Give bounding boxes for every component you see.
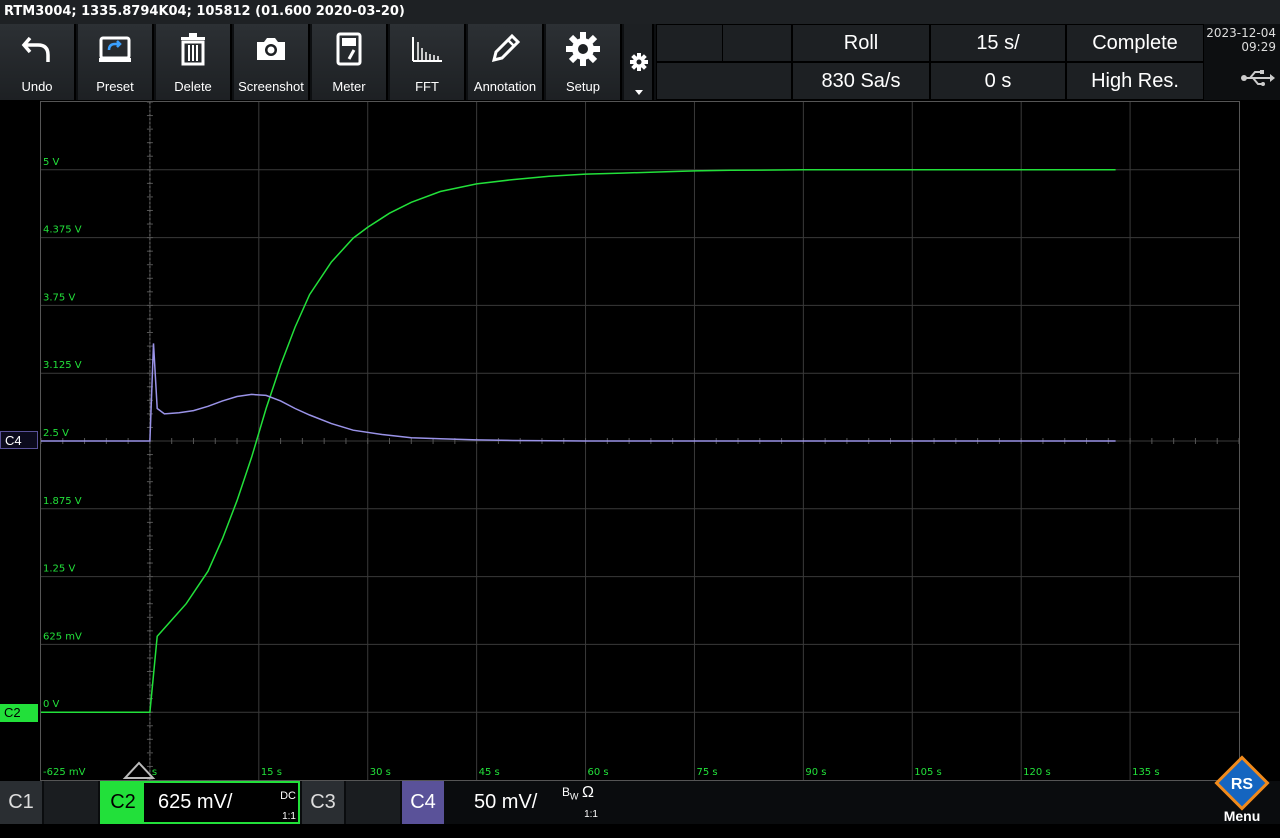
channel-4-panel[interactable]: C4 50 mV/ BW Ω 1:1 [402, 781, 600, 824]
mode-cell[interactable]: Roll [792, 24, 930, 62]
channel-1-button[interactable]: C1 [0, 781, 42, 824]
y-tick-label: 3.75 V [43, 292, 75, 303]
time-text: 09:29 [1241, 40, 1276, 54]
horizontal-position-cell[interactable]: 0 s [930, 62, 1066, 100]
acquisition-mode-cell[interactable]: High Res. [1066, 62, 1204, 100]
x-tick-label: 135 s [1132, 767, 1159, 778]
channel-4-label: C4 [402, 781, 444, 824]
sample-rate-cell[interactable]: 830 Sa/s [792, 62, 930, 100]
fft-icon [412, 37, 442, 62]
x-tick-label: 120 s [1023, 767, 1050, 778]
trigger-position-icon[interactable] [122, 760, 156, 780]
channel-4-bw-label: BW [562, 771, 579, 818]
y-tick-label: 3.125 V [43, 360, 82, 371]
small-gear-icon [630, 53, 648, 95]
x-tick-label: 75 s [696, 767, 717, 778]
trace-c4 [41, 343, 1116, 442]
channel-1-scale [44, 781, 98, 824]
status-cell-empty-1 [656, 24, 724, 62]
pencil-icon [491, 33, 521, 63]
channel-2-scale: 625 mV/ [158, 791, 233, 813]
datetime-display: 2023-12-04 09:29 [1204, 24, 1280, 100]
channel-2-label: C2 [102, 783, 144, 822]
waveform-display[interactable]: 5 V 4.375 V 3.75 V 3.125 V 2.5 V 1.875 V 1.25 … [40, 101, 1240, 781]
rs-logo-text: RS [1231, 776, 1254, 793]
channel-3-button[interactable]: C3 [302, 781, 344, 824]
delete-label: Delete [174, 79, 212, 94]
x-tick-label: 105 s [914, 767, 941, 778]
preset-button[interactable]: Preset [78, 24, 154, 100]
quick-settings-button[interactable] [624, 24, 654, 100]
toolbar: Undo Preset Delete Screenshot Meter FFT … [0, 24, 1280, 100]
undo-button[interactable]: Undo [0, 24, 76, 100]
channel-4-scale: 50 mV/ [474, 791, 538, 813]
meter-label: Meter [332, 79, 366, 94]
fft-button[interactable]: FFT [390, 24, 466, 100]
usb-icon [1241, 70, 1275, 86]
screenshot-button[interactable]: Screenshot [234, 24, 310, 100]
annotation-button[interactable]: Annotation [468, 24, 544, 100]
status-cell-empty-2 [722, 24, 792, 62]
y-tick-label: 0 V [43, 699, 60, 710]
meter-icon [336, 32, 362, 66]
trash-icon [181, 33, 205, 66]
preset-label: Preset [96, 79, 134, 94]
bw-subscript: W [570, 791, 579, 802]
delete-button[interactable]: Delete [156, 24, 232, 100]
y-tick-label: 1.25 V [43, 564, 75, 575]
waveform-plot[interactable]: 5 V 4.375 V 3.75 V 3.125 V 2.5 V 1.875 V 1.25 … [41, 102, 1239, 780]
preset-icon [99, 36, 131, 62]
camera-icon [257, 38, 285, 60]
window-title: RTM3004; 1335.8794K04; 105812 (01.600 20… [0, 0, 1280, 24]
y-tick-label: 1.875 V [43, 496, 82, 507]
channel-2-offset-marker[interactable]: C2 [0, 704, 38, 722]
bw-letter: B [562, 785, 571, 799]
y-tick-label: 4.375 V [43, 225, 82, 236]
x-tick-label: 15 s [261, 767, 282, 778]
setup-button[interactable]: Setup [546, 24, 622, 100]
x-tick-label: 30 s [370, 767, 391, 778]
setup-label: Setup [566, 79, 600, 94]
channel-2-probe-ratio: 1:1 [282, 811, 296, 822]
y-tick-label: 625 mV [43, 631, 82, 642]
annotation-label: Annotation [473, 79, 537, 94]
timebase-cell[interactable]: 15 s/ [930, 24, 1066, 62]
meter-button[interactable]: Meter [312, 24, 388, 100]
fft-label: FFT [415, 79, 439, 94]
status-cell-empty-3 [656, 62, 792, 100]
undo-label: Undo [21, 79, 53, 94]
undo-icon [21, 36, 50, 62]
menu-button[interactable]: RS Menu [1204, 755, 1280, 824]
x-tick-label: 45 s [479, 767, 500, 778]
screenshot-label: Screenshot [238, 79, 304, 94]
channel-4-offset-marker[interactable]: C4 [0, 431, 38, 449]
gear-icon [566, 32, 600, 66]
channel-2-panel[interactable]: C2 625 mV/ DC 1:1 [100, 781, 300, 824]
channel-4-probe-ratio: 1:1 [584, 809, 598, 820]
y-tick-label: 5 V [43, 157, 60, 168]
channel-3-scale [346, 781, 400, 824]
date-text: 2023-12-04 [1206, 26, 1276, 40]
y-tick-label: 2.5 V [43, 428, 69, 439]
y-tick-label: -625 mV [43, 767, 86, 778]
x-tick-label: 90 s [805, 767, 826, 778]
acquisition-state-cell[interactable]: Complete [1066, 24, 1204, 62]
channel-bar: C1 C2 625 mV/ DC 1:1 C3 C4 50 mV/ BW Ω 1… [0, 755, 1280, 824]
menu-label: Menu [1223, 808, 1261, 824]
